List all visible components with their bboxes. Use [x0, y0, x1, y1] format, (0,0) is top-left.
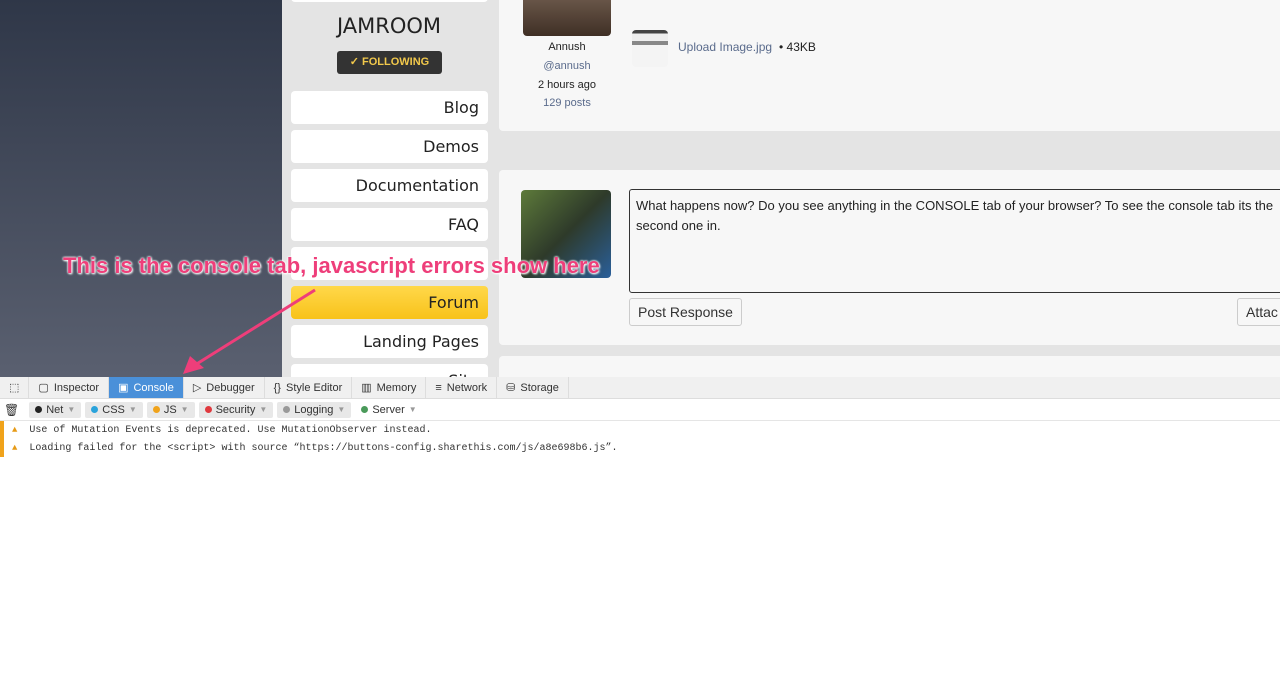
tab-label: Network: [446, 381, 488, 394]
console-message: ▲ Use of Mutation Events is deprecated. U…: [0, 421, 1280, 439]
filter-css[interactable]: CSS ▼: [85, 401, 143, 418]
tab-label: Debugger: [206, 381, 255, 394]
warning-icon: ▲: [12, 425, 18, 435]
element-picker-button[interactable]: ⬚: [0, 377, 30, 398]
console-message: ▲ Loading failed for the <script> with so…: [0, 439, 1280, 457]
network-icon: ≡: [435, 381, 442, 394]
filter-security[interactable]: Security ▼: [198, 401, 274, 418]
message-text: Use of Mutation Events is deprecated. Us…: [29, 424, 432, 436]
tab-label: Storage: [520, 381, 559, 394]
filter-label: Logging: [294, 403, 334, 416]
console-icon: ▣: [118, 381, 129, 394]
tab-label: Inspector: [53, 381, 100, 394]
tab-network[interactable]: ≡ Network: [426, 377, 498, 398]
storage-icon: ⛁: [506, 381, 516, 394]
console-filters: 🗑 Net ▼ CSS ▼ JS ▼ Security ▼ Logging ▼ Serve…: [0, 399, 1280, 421]
message-text: Loading failed for the <script> with sou…: [29, 442, 618, 454]
tab-console[interactable]: ▣ Console: [109, 377, 184, 398]
filter-label: Net: [46, 403, 64, 416]
tab-label: Style Editor: [285, 381, 343, 394]
trash-icon[interactable]: 🗑: [4, 403, 19, 417]
tab-inspector[interactable]: ▢ Inspector: [29, 377, 110, 398]
filter-logging[interactable]: Logging ▼: [277, 401, 352, 418]
annotation-arrow: [183, 288, 316, 374]
filter-label: CSS: [102, 403, 125, 416]
picker-icon: ⬚: [9, 381, 20, 394]
tab-storage[interactable]: ⛁ Storage: [497, 377, 569, 398]
filter-label: JS: [163, 403, 177, 416]
filter-server[interactable]: Server ▼: [355, 402, 422, 418]
annotation-text: This is the console tab, javascript erro…: [63, 253, 600, 278]
tab-style-editor[interactable]: {} Style Editor: [265, 377, 353, 398]
devtools-panel: ⬚ ▢ Inspector ▣ Console ▷ Debugger {} Style …: [0, 377, 1280, 677]
debugger-icon: ▷: [192, 381, 202, 394]
tab-memory[interactable]: ▥ Memory: [352, 377, 427, 398]
filter-js[interactable]: JS ▼: [146, 401, 195, 418]
filter-net[interactable]: Net ▼: [29, 401, 82, 418]
inspector-icon: ▢: [38, 381, 49, 394]
memory-icon: ▥: [361, 381, 372, 394]
warning-icon: ▲: [12, 443, 18, 453]
tab-label: Console: [133, 381, 174, 394]
tab-label: Memory: [376, 381, 417, 394]
filter-label: Server: [372, 403, 405, 416]
filter-label: Security: [215, 403, 256, 416]
devtools-tabs: ⬚ ▢ Inspector ▣ Console ▷ Debugger {} Style …: [0, 377, 1280, 399]
tab-debugger[interactable]: ▷ Debugger: [184, 377, 265, 398]
braces-icon: {}: [273, 381, 281, 394]
